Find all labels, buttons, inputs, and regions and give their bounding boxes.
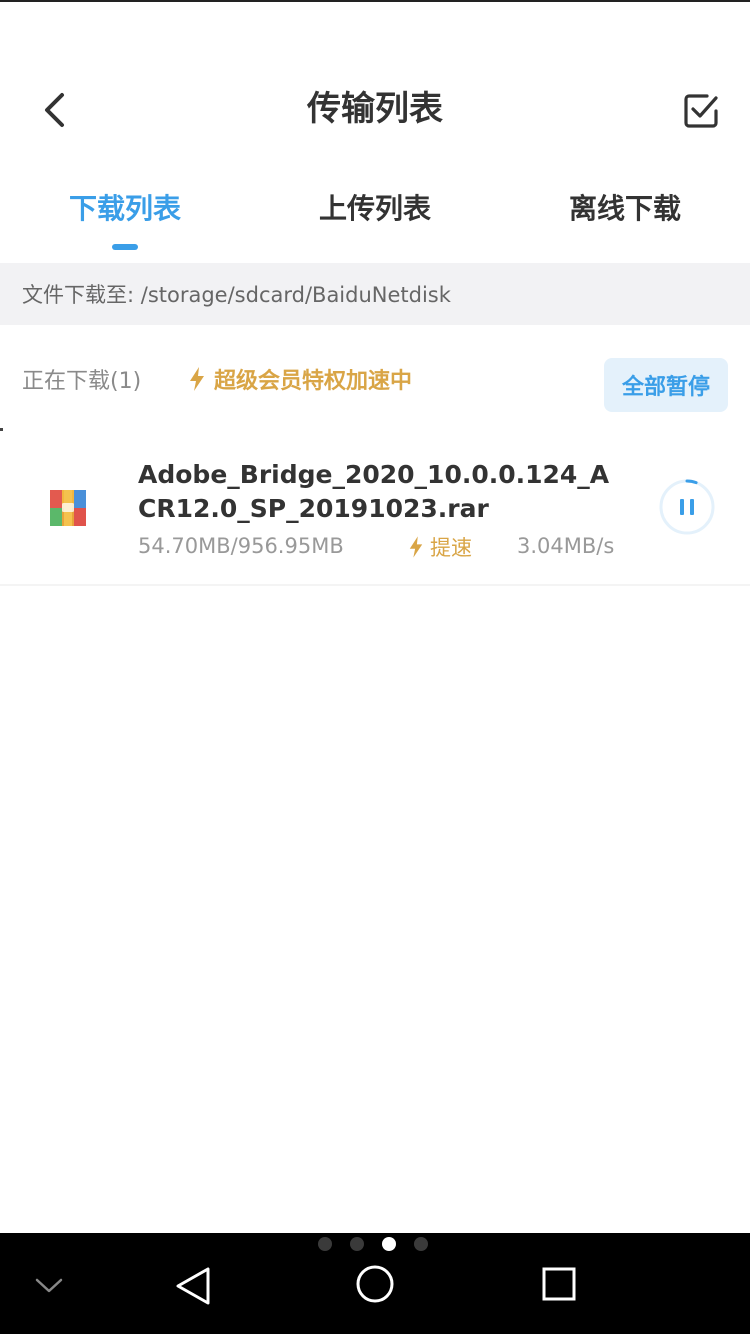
lightning-icon	[190, 367, 204, 391]
active-tab-indicator	[112, 244, 138, 250]
tab-bar: 下载列表 上传列表 离线下载	[0, 178, 750, 262]
downloading-section-header: 正在下载(1) 超级会员特权加速中 全部暂停	[0, 325, 750, 431]
download-path-text: 文件下载至: /storage/sdcard/BaiduNetdisk	[22, 283, 451, 307]
nav-home-button[interactable]	[350, 1257, 400, 1311]
page-dot	[414, 1237, 428, 1251]
edge-mark	[0, 428, 3, 431]
tab-download-list[interactable]: 下载列表	[40, 178, 210, 240]
download-path-bar: 文件下载至: /storage/sdcard/BaiduNetdisk	[0, 263, 750, 325]
lightning-icon	[409, 536, 423, 558]
page-indicator	[318, 1237, 438, 1251]
pause-all-button[interactable]: 全部暂停	[604, 358, 728, 412]
rar-archive-icon	[50, 490, 86, 526]
vip-acceleration-text: 超级会员特权加速中	[214, 369, 413, 394]
pause-icon	[659, 479, 715, 535]
download-speed: 3.04MB/s	[517, 534, 615, 558]
header: 传输列表	[0, 60, 750, 160]
page-dot	[318, 1237, 332, 1251]
checkbox-icon	[684, 94, 718, 128]
multi-select-button[interactable]	[676, 86, 726, 136]
chevron-down-icon	[35, 1278, 63, 1293]
pause-download-button[interactable]	[656, 476, 718, 538]
download-progress-text: 54.70MB/956.95MB	[138, 534, 344, 558]
nav-back-button[interactable]	[168, 1261, 218, 1311]
back-triangle-icon	[176, 1267, 210, 1305]
recent-square-icon	[542, 1267, 576, 1301]
status-bar-edge	[0, 0, 750, 2]
downloading-count: 正在下载(1)	[22, 369, 142, 394]
file-name: Adobe_Bridge_2020_10.0.0.124_ACR12.0_SP_…	[138, 460, 610, 523]
tab-upload-list[interactable]: 上传列表	[290, 178, 460, 240]
nav-recent-apps-button[interactable]	[534, 1259, 584, 1309]
tab-offline-download[interactable]: 离线下载	[540, 178, 710, 240]
hide-navbar-button[interactable]	[26, 1263, 72, 1309]
page-dot	[350, 1237, 364, 1251]
page-dot	[382, 1237, 396, 1251]
vip-acceleration-label: 超级会员特权加速中	[188, 363, 412, 395]
speed-boost-label: 提速	[430, 536, 472, 560]
download-item[interactable]: Adobe_Bridge_2020_10.0.0.124_ACR12.0_SP_…	[0, 440, 750, 586]
home-circle-icon	[356, 1265, 394, 1303]
speed-boost-button[interactable]: 提速	[408, 532, 472, 562]
page-title: 传输列表	[307, 89, 443, 129]
